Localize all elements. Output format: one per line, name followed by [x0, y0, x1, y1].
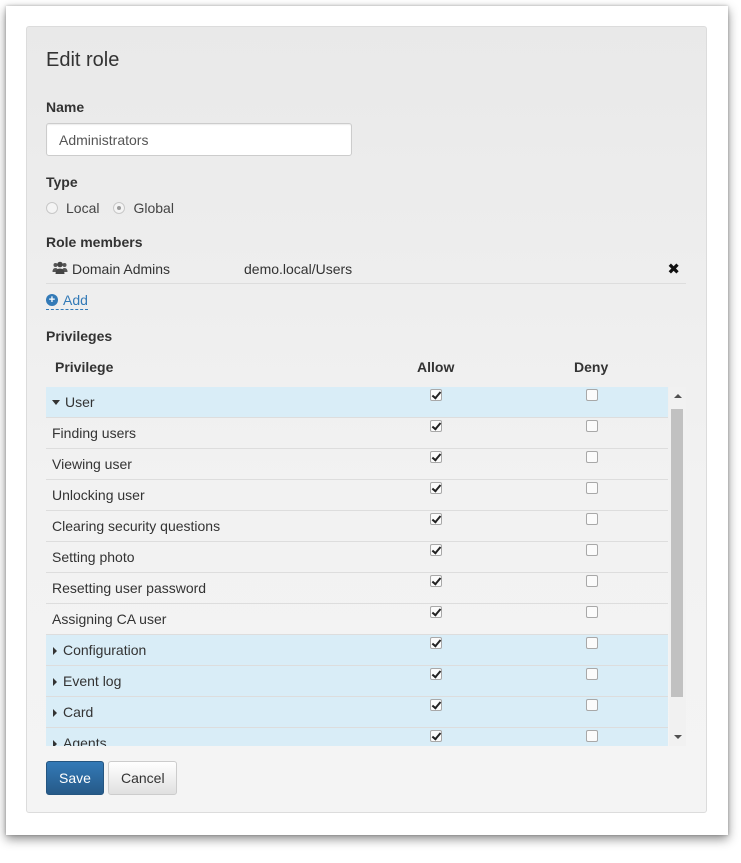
privilege-label-text: Setting photo [52, 549, 135, 565]
plus-circle-icon: + [46, 294, 58, 306]
deny-checkbox[interactable] [586, 482, 598, 494]
deny-checkbox[interactable] [586, 699, 598, 711]
type-local-radio[interactable] [46, 202, 58, 214]
column-header-allow: Allow [417, 359, 455, 375]
deny-checkbox[interactable] [586, 420, 598, 432]
privilege-label[interactable]: Configuration [52, 635, 146, 666]
privilege-row: Resetting user password [46, 573, 668, 604]
caret-right-icon[interactable] [53, 677, 57, 686]
name-label: Name [46, 99, 85, 115]
role-members-label: Role members [46, 234, 143, 250]
deny-checkbox[interactable] [586, 451, 598, 463]
privilege-label-text: Event log [63, 673, 122, 689]
deny-checkbox[interactable] [586, 606, 598, 618]
allow-checkbox[interactable] [430, 389, 442, 401]
privilege-label-text: Finding users [52, 425, 137, 441]
allow-checkbox[interactable] [430, 513, 442, 525]
deny-checkbox[interactable] [586, 544, 598, 556]
privilege-label-text: Assigning CA user [52, 611, 167, 627]
privilege-group-row[interactable]: Card [46, 697, 668, 728]
column-header-deny: Deny [574, 359, 609, 375]
scroll-down-icon[interactable] [674, 735, 682, 739]
dialog-title: Edit role [46, 49, 120, 71]
allow-checkbox[interactable] [430, 482, 442, 494]
role-name-input[interactable] [46, 123, 352, 156]
privilege-label-text: Card [63, 704, 94, 720]
privilege-label[interactable]: Event log [52, 666, 121, 697]
privilege-label: Resetting user password [52, 573, 206, 604]
add-member-link[interactable]: + Add [46, 292, 88, 310]
scroll-thumb[interactable] [671, 409, 683, 697]
privilege-group-row[interactable]: User [46, 387, 668, 418]
privilege-label[interactable]: Agents [52, 728, 107, 746]
deny-checkbox[interactable] [586, 575, 598, 587]
allow-checkbox[interactable] [430, 637, 442, 649]
privilege-row: Clearing security questions [46, 511, 668, 542]
member-row: Domain Admins demo.local/Users ✖ [46, 255, 686, 284]
member-name: Domain Admins [72, 261, 171, 277]
type-global-radio[interactable] [113, 202, 126, 214]
privilege-label-text: Viewing user [52, 456, 132, 472]
type-label: Type [46, 174, 78, 190]
add-member-label: Add [63, 292, 88, 308]
deny-checkbox[interactable] [586, 668, 598, 680]
privilege-label: Viewing user [52, 449, 132, 480]
allow-checkbox[interactable] [430, 451, 442, 463]
privilege-label: Clearing security questions [52, 511, 220, 542]
privilege-label: Unlocking user [52, 480, 145, 511]
privilege-group-row[interactable]: Configuration [46, 635, 668, 666]
caret-right-icon[interactable] [53, 739, 57, 746]
privileges-label: Privileges [46, 328, 113, 344]
type-local-label[interactable]: Local [66, 200, 99, 216]
allow-checkbox[interactable] [430, 420, 442, 432]
privilege-label: Assigning CA user [52, 604, 166, 635]
privilege-label-text: Clearing security questions [52, 518, 221, 534]
caret-down-icon[interactable] [52, 400, 60, 405]
remove-member-icon[interactable]: ✖ [667, 260, 680, 278]
privilege-row: Setting photo [46, 542, 668, 573]
allow-checkbox[interactable] [430, 606, 442, 618]
privilege-label[interactable]: User [52, 387, 95, 418]
privilege-label: Setting photo [52, 542, 135, 573]
privilege-label-text: Agents [63, 735, 107, 746]
privileges-scrollbar[interactable] [669, 387, 686, 746]
allow-checkbox[interactable] [430, 575, 442, 587]
type-radio-group: Local Global [46, 199, 188, 217]
scroll-up-icon[interactable] [674, 394, 682, 398]
deny-checkbox[interactable] [586, 637, 598, 649]
allow-checkbox[interactable] [430, 699, 442, 711]
column-header-privilege: Privilege [55, 359, 114, 375]
privilege-label-text: Resetting user password [52, 580, 207, 596]
privilege-label-text: Unlocking user [52, 487, 145, 503]
allow-checkbox[interactable] [430, 668, 442, 680]
cancel-button[interactable]: Cancel [108, 761, 177, 795]
deny-checkbox[interactable] [586, 389, 598, 401]
privilege-group-row[interactable]: Agents [46, 728, 668, 746]
privilege-group-row[interactable]: Event log [46, 666, 668, 697]
member-path: demo.local/Users [244, 261, 353, 277]
privileges-table: User Finding users Viewing user Unlocking u… [46, 387, 686, 746]
type-global-label[interactable]: Global [133, 200, 173, 216]
caret-right-icon[interactable] [53, 646, 57, 655]
privilege-label-text: User [65, 394, 95, 410]
privilege-label: Finding users [52, 418, 136, 449]
allow-checkbox[interactable] [430, 544, 442, 556]
users-icon [52, 261, 68, 274]
deny-checkbox[interactable] [586, 730, 598, 742]
allow-checkbox[interactable] [430, 730, 442, 742]
deny-checkbox[interactable] [586, 513, 598, 525]
privilege-row: Finding users [46, 418, 668, 449]
privilege-label[interactable]: Card [52, 697, 93, 728]
save-button[interactable]: Save [46, 761, 104, 795]
privilege-row: Assigning CA user [46, 604, 668, 635]
privilege-label-text: Configuration [63, 642, 147, 658]
privilege-row: Unlocking user [46, 480, 668, 511]
caret-right-icon[interactable] [53, 708, 57, 717]
privilege-row: Viewing user [46, 449, 668, 480]
